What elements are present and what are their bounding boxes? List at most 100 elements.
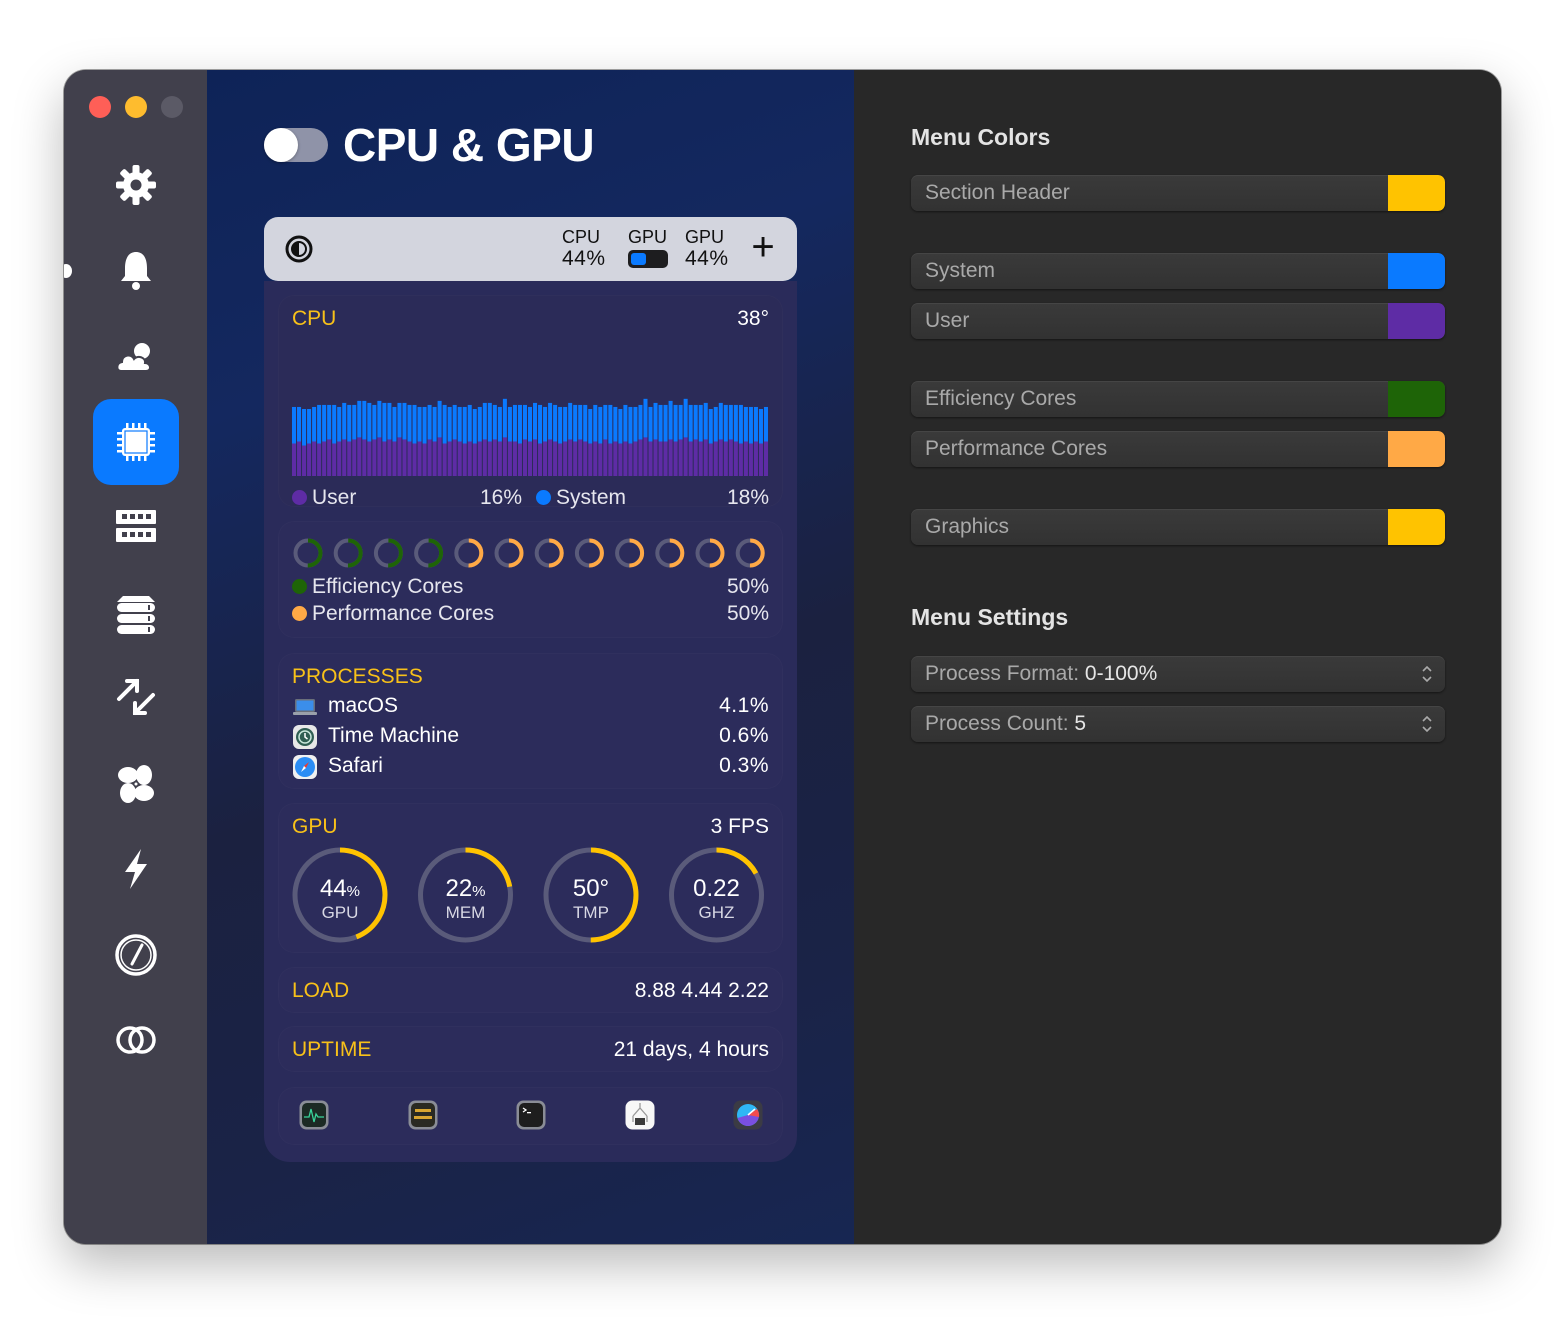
system-bar	[357, 400, 362, 438]
user-bar	[497, 441, 502, 476]
color-row-system: System	[911, 253, 1445, 289]
user-value: 16%	[480, 486, 523, 509]
user-bar	[417, 441, 422, 476]
user-bar	[387, 439, 392, 476]
sidebar-item-notifications[interactable]	[93, 228, 179, 314]
color-swatch[interactable]	[1388, 509, 1445, 545]
process-row[interactable]: Safari 0.3%	[292, 753, 769, 781]
load-card: LOAD 8.88 4.44 2.22	[278, 967, 783, 1013]
performance-legend: Performance Cores 50%	[292, 602, 769, 626]
process-row[interactable]: Time Machine 0.6%	[292, 723, 769, 751]
system-bar	[322, 404, 327, 442]
system-bar	[397, 402, 402, 438]
istat-icon[interactable]	[733, 1100, 763, 1130]
processes-card: PROCESSES macOS 4.1% Time Machine 0.6% S…	[278, 653, 783, 789]
cpu-card: CPU 38° User 16% System 18%	[278, 295, 783, 510]
system-bar	[362, 400, 367, 440]
menubar-cpu-stat: CPU 44%	[562, 226, 606, 270]
user-bar	[522, 439, 527, 476]
user-bar	[512, 441, 517, 476]
sidebar-item-time[interactable]	[93, 912, 179, 998]
user-bar	[502, 437, 507, 476]
process-count-select[interactable]: Process Count: 5	[911, 706, 1445, 742]
system-bar	[317, 404, 322, 444]
user-bar	[397, 437, 402, 476]
user-bar	[477, 441, 482, 476]
sidebar-item-settings[interactable]	[93, 142, 179, 228]
system-bar	[457, 406, 462, 442]
zoom-window-button[interactable]	[161, 96, 183, 118]
disk-icon	[117, 595, 155, 634]
contrast-icon[interactable]	[284, 234, 314, 264]
system-bar	[613, 406, 618, 442]
sidebar-item-memory[interactable]	[93, 484, 179, 570]
drag-handle[interactable]	[64, 264, 72, 278]
system-bar	[633, 406, 638, 442]
user-bar	[693, 439, 698, 476]
system-bar	[703, 402, 708, 440]
gpu-card: GPU 3 FPS 44% GPU 22% MEM 50° TMP 0.22 GHZ	[278, 803, 783, 953]
user-bar	[402, 439, 407, 476]
system-bar	[467, 404, 472, 442]
process-format-value: 0-100%	[1084, 662, 1158, 685]
system-information-icon[interactable]	[625, 1100, 655, 1130]
process-row[interactable]: macOS 4.1%	[292, 693, 769, 721]
efficiency-dot	[292, 579, 307, 594]
system-bar	[683, 398, 688, 438]
console-icon[interactable]	[408, 1100, 438, 1130]
user-bar	[487, 441, 492, 476]
user-bar	[688, 441, 693, 476]
user-bar	[648, 441, 653, 476]
menubar-gpu-bar-label: GPU	[628, 227, 668, 247]
system-bar	[628, 406, 633, 444]
efficiency-label: Efficiency Cores	[312, 575, 464, 598]
gauge-unit: %	[347, 883, 360, 900]
cores-card: Efficiency Cores 50% Performance Cores 5…	[278, 521, 783, 638]
sidebar-item-cpu-gpu[interactable]	[93, 398, 179, 485]
minimize-window-button[interactable]	[125, 96, 147, 118]
color-swatch[interactable]	[1388, 175, 1445, 211]
sidebar-item-sensors[interactable]	[93, 741, 179, 827]
color-row-label: Efficiency Cores	[925, 387, 1077, 410]
sidebar-item-battery[interactable]	[93, 826, 179, 912]
system-bar	[668, 400, 673, 440]
system-bar	[452, 404, 457, 440]
system-bar	[578, 404, 583, 440]
system-bar	[713, 406, 718, 442]
sidebar-item-bluetooth[interactable]	[93, 997, 179, 1083]
color-swatch[interactable]	[1388, 253, 1445, 289]
color-swatch[interactable]	[1388, 303, 1445, 339]
user-bar	[553, 441, 558, 476]
color-row-graphics: Graphics	[911, 509, 1445, 545]
user-bar	[598, 443, 603, 476]
system-bar	[748, 406, 753, 444]
system-bar	[763, 406, 768, 442]
sidebar	[64, 70, 207, 1244]
system-bar	[658, 404, 663, 442]
system-bar	[648, 406, 653, 442]
user-label: User	[312, 486, 357, 509]
system-bar	[738, 404, 743, 444]
system-bar	[422, 406, 427, 444]
terminal-icon[interactable]	[516, 1100, 546, 1130]
gauge-value: 0.22	[693, 875, 740, 902]
close-window-button[interactable]	[89, 96, 111, 118]
user-bar	[758, 443, 763, 476]
sidebar-item-weather[interactable]	[93, 313, 179, 399]
color-row-label: User	[925, 309, 970, 332]
enable-toggle[interactable]	[264, 128, 328, 162]
sidebar-item-network[interactable]	[93, 655, 179, 741]
sidebar-item-disk[interactable]	[93, 570, 179, 656]
chevron-updown-icon	[1422, 715, 1432, 733]
user-bar	[623, 441, 628, 476]
activity-monitor-icon[interactable]	[299, 1100, 329, 1130]
system-bar	[442, 404, 447, 444]
user-bar	[733, 441, 738, 476]
chevron-updown-icon	[1422, 665, 1432, 683]
add-item-button[interactable]: +	[747, 227, 779, 267]
color-swatch[interactable]	[1388, 431, 1445, 467]
process-name: macOS	[328, 694, 399, 717]
process-format-select[interactable]: Process Format: 0-100%	[911, 656, 1445, 692]
color-swatch[interactable]	[1388, 381, 1445, 417]
user-legend: User	[292, 486, 356, 510]
